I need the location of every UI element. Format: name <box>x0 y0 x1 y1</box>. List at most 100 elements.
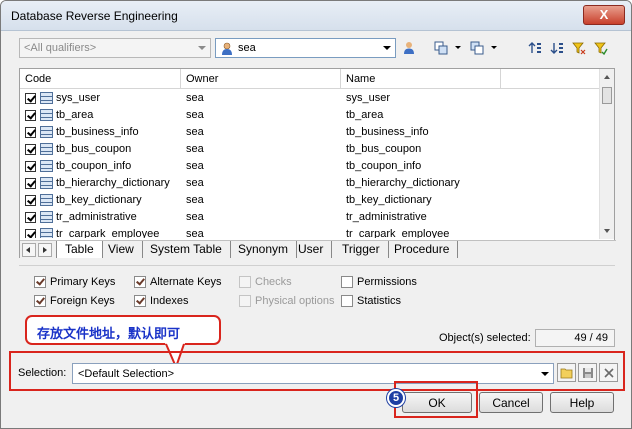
primary-keys-label: Primary Keys <box>50 276 116 288</box>
row-owner: sea <box>186 160 204 172</box>
annotation-callout: 存放文件地址，默认即可 <box>25 315 221 345</box>
grid-rows: sys_user sea sys_user tb_area sea tb_are… <box>20 90 600 238</box>
filter-check-button[interactable] <box>591 38 611 58</box>
alternate-keys-checkbox[interactable] <box>134 276 146 288</box>
scroll-up-icon[interactable] <box>604 75 610 79</box>
deselect-all-button[interactable] <box>467 38 487 58</box>
table-row[interactable]: tr_administrative sea tr_administrative <box>20 209 600 226</box>
table-icon <box>40 160 53 172</box>
save-selection-button[interactable] <box>578 363 597 382</box>
primary-keys-checkbox[interactable] <box>34 276 46 288</box>
close-button[interactable]: X <box>583 5 625 25</box>
table-row[interactable]: tb_key_dictionary sea tb_key_dictionary <box>20 192 600 209</box>
physical-options-label: Physical options <box>255 295 335 307</box>
deselect-all-icon <box>470 41 484 55</box>
tab-table[interactable]: Table <box>56 241 103 258</box>
callout-text: 存放文件地址，默认即可 <box>37 327 181 342</box>
select-all-button[interactable] <box>431 38 451 58</box>
column-header-code[interactable]: Code <box>20 69 181 89</box>
permissions-checkbox[interactable] <box>341 276 353 288</box>
checks-label: Checks <box>255 276 292 288</box>
chevron-down-icon <box>541 372 549 376</box>
vertical-scrollbar[interactable] <box>599 69 614 239</box>
chevron-down-icon[interactable] <box>455 46 461 49</box>
help-button[interactable]: Help <box>550 392 614 413</box>
tab-system-table[interactable]: System Table <box>142 241 231 258</box>
qualifier-combo[interactable]: <All qualifiers> <box>19 38 211 58</box>
table-row[interactable]: tb_coupon_info sea tb_coupon_info <box>20 158 600 175</box>
tab-synonym[interactable]: Synonym <box>230 241 298 258</box>
sort-ascending-button[interactable] <box>525 38 545 58</box>
scroll-thumb[interactable] <box>602 87 612 104</box>
foreign-keys-checkbox[interactable] <box>34 295 46 307</box>
table-icon <box>40 194 53 206</box>
filter-button[interactable] <box>569 38 589 58</box>
statistics-checkbox[interactable] <box>341 295 353 307</box>
table-row[interactable]: tb_business_info sea tb_business_info <box>20 124 600 141</box>
row-name: tb_coupon_info <box>346 160 422 172</box>
row-code: tb_hierarchy_dictionary <box>56 177 170 189</box>
folder-icon <box>560 368 573 378</box>
tab-view[interactable]: View <box>100 241 143 258</box>
chevron-right-icon <box>43 247 47 253</box>
table-icon <box>40 211 53 223</box>
divider <box>19 265 615 266</box>
row-checkbox[interactable] <box>25 93 36 104</box>
row-name: tr_carpark_employee <box>346 228 450 238</box>
select-user-button[interactable] <box>399 38 419 58</box>
indexes-checkbox[interactable] <box>134 295 146 307</box>
dialog-window: Database Reverse Engineering X <All qual… <box>0 0 632 429</box>
user-icon <box>222 42 232 55</box>
permissions-label: Permissions <box>357 276 417 288</box>
row-name: tb_business_info <box>346 126 429 138</box>
table-row[interactable]: tb_hierarchy_dictionary sea tb_hierarchy… <box>20 175 600 192</box>
table-icon <box>40 109 53 121</box>
row-owner: sea <box>186 177 204 189</box>
table-icon <box>40 92 53 104</box>
table-icon <box>40 228 53 238</box>
save-icon <box>582 367 593 378</box>
owner-combo[interactable]: sea <box>215 38 396 58</box>
column-header-name[interactable]: Name <box>341 69 501 89</box>
sort-descending-icon <box>550 43 563 54</box>
row-owner: sea <box>186 109 204 121</box>
selection-combo[interactable]: <Default Selection> <box>72 363 554 384</box>
indexes-label: Indexes <box>150 295 189 307</box>
row-code: tb_key_dictionary <box>56 194 142 206</box>
delete-selection-button[interactable] <box>599 363 618 382</box>
ok-button[interactable]: OK <box>402 392 472 413</box>
sort-descending-button[interactable] <box>547 38 567 58</box>
table-row[interactable]: tr_carpark_employee sea tr_carpark_emplo… <box>20 226 600 238</box>
chevron-left-icon <box>26 247 30 253</box>
row-checkbox[interactable] <box>25 212 36 223</box>
row-checkbox[interactable] <box>25 144 36 155</box>
tab-trigger[interactable]: Trigger <box>334 241 389 258</box>
foreign-keys-label: Foreign Keys <box>50 295 115 307</box>
row-checkbox[interactable] <box>25 229 36 238</box>
open-selection-button[interactable] <box>557 363 576 382</box>
tab-user[interactable]: User <box>290 241 333 258</box>
table-row[interactable]: tb_area sea tb_area <box>20 107 600 124</box>
alternate-keys-label: Alternate Keys <box>150 276 222 288</box>
row-checkbox[interactable] <box>25 161 36 172</box>
row-checkbox[interactable] <box>25 178 36 189</box>
row-name: tb_bus_coupon <box>346 143 422 155</box>
chevron-down-icon <box>198 46 206 50</box>
row-checkbox[interactable] <box>25 195 36 206</box>
scroll-down-icon[interactable] <box>604 229 610 233</box>
row-name: tb_area <box>346 109 384 121</box>
row-name: tr_administrative <box>346 211 427 223</box>
row-code: tr_administrative <box>56 211 137 223</box>
tab-scroll-right-button[interactable] <box>38 243 52 257</box>
tab-procedure[interactable]: Procedure <box>386 241 459 258</box>
column-header-owner[interactable]: Owner <box>181 69 341 89</box>
qualifier-placeholder: <All qualifiers> <box>24 42 97 54</box>
table-row[interactable]: tb_bus_coupon sea tb_bus_coupon <box>20 141 600 158</box>
chevron-down-icon[interactable] <box>491 46 497 49</box>
row-checkbox[interactable] <box>25 110 36 121</box>
table-row[interactable]: sys_user sea sys_user <box>20 90 600 107</box>
row-code: sys_user <box>56 92 101 104</box>
tab-scroll-left-button[interactable] <box>22 243 36 257</box>
cancel-button[interactable]: Cancel <box>479 392 543 413</box>
row-checkbox[interactable] <box>25 127 36 138</box>
